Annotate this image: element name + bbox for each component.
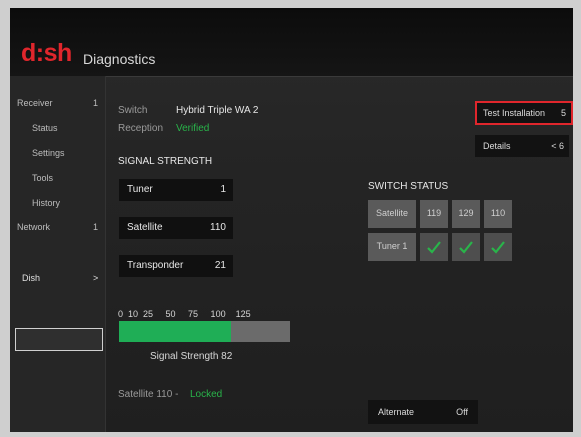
sidebar-item-history[interactable]: History — [32, 198, 60, 208]
sidebar-dish-arrow: > — [93, 273, 99, 283]
satellite-header-cell: Satellite — [368, 200, 416, 228]
sat-column-119: 119 — [420, 200, 448, 228]
dish-logo: d:sh — [21, 39, 72, 67]
sidebar-item-tools[interactable]: Tools — [32, 173, 53, 183]
sidebar-item-network[interactable]: Network — [17, 222, 50, 232]
satellite-lock-label: Satellite 110 - — [118, 389, 179, 400]
check-icon — [427, 241, 441, 254]
details-button[interactable]: Details < 6 — [475, 135, 569, 157]
switch-status-heading: SWITCH STATUS — [368, 181, 449, 192]
check-icon — [459, 241, 473, 254]
sidebar-network-arrow: 1 — [93, 222, 99, 232]
sidebar-item-settings[interactable]: Settings — [32, 148, 65, 158]
signal-strength-text: Signal Strength 82 — [150, 351, 233, 362]
sat-column-129: 129 — [452, 200, 480, 228]
switch-value: Hybrid Triple WA 2 — [176, 105, 259, 116]
signal-strength-bar — [119, 321, 290, 342]
sidebar-item-dish[interactable]: Dish — [22, 273, 40, 283]
tuner1-sat119-cell — [420, 233, 448, 261]
reception-value: Verified — [176, 123, 210, 134]
sidebar-selection-highlight — [15, 328, 103, 351]
test-installation-key: 5 — [560, 108, 566, 118]
tuner-field[interactable]: Tuner 1 — [119, 179, 233, 201]
check-icon — [491, 241, 505, 254]
reception-label: Reception — [118, 123, 164, 134]
tuner-label: Tuner — [127, 184, 153, 195]
sidebar-receiver-arrow: 1 — [93, 98, 99, 108]
signal-strength-fill — [119, 321, 232, 342]
tuner-value: 1 — [220, 184, 226, 195]
tuner1-sat129-cell — [452, 233, 480, 261]
satellite-label: Satellite — [127, 222, 163, 233]
signal-strength-heading: SIGNAL STRENGTH — [118, 156, 213, 167]
sidebar-item-status[interactable]: Status — [32, 123, 58, 133]
transponder-label: Transponder — [127, 260, 184, 271]
test-installation-button[interactable]: Test Installation 5 — [475, 101, 573, 125]
tv-screen: d:sh Diagnostics Receiver 1 Status Setti… — [10, 8, 573, 432]
details-label: Details — [483, 141, 511, 151]
satellite-value: 110 — [210, 222, 226, 233]
alternate-toggle[interactable]: Alternate Off — [368, 400, 478, 424]
details-key: < 6 — [551, 141, 564, 151]
sidebar-item-receiver[interactable]: Receiver — [17, 98, 53, 108]
alternate-label: Alternate — [378, 407, 415, 417]
header: d:sh Diagnostics — [10, 8, 573, 77]
page-title: Diagnostics — [83, 51, 156, 67]
signal-scale: 0 10 25 50 75 100 125 — [118, 309, 251, 319]
test-installation-label: Test Installation — [483, 108, 546, 118]
tuner-row-label: Tuner 1 — [368, 233, 416, 261]
satellite-lock-value: Locked — [190, 389, 223, 400]
tuner1-sat110-cell — [484, 233, 512, 261]
transponder-value: 21 — [214, 260, 226, 271]
switch-label: Switch — [118, 105, 148, 116]
sidebar: Receiver 1 Status Settings Tools History… — [10, 76, 106, 432]
alternate-value: Off — [456, 407, 468, 417]
sat-column-110: 110 — [484, 200, 512, 228]
satellite-field[interactable]: Satellite 110 — [119, 217, 233, 239]
transponder-field[interactable]: Transponder 21 — [119, 255, 233, 277]
